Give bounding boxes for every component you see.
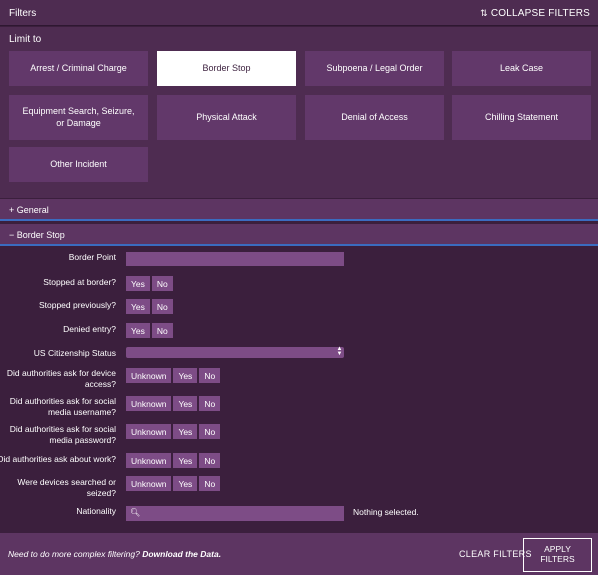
expand-icon: + [9,205,15,215]
social-password-group: Unknown Yes No [126,424,221,439]
limit-to-label: Limit to [9,34,42,45]
nationality-label: Nationality [76,506,116,516]
devices-searched-label: Were devices searched or seized? [17,477,116,498]
tile-label: Denial of Access [341,111,408,122]
device-access-label: Did authorities ask for device access? [6,368,116,389]
denied-entry-yes[interactable]: Yes [126,323,150,338]
collapse-section-icon: − [9,230,15,240]
tile-equipment-search[interactable]: Equipment Search, Seizure, or Damage [9,95,148,140]
nationality-search-input[interactable]: 🔍︎ [126,506,344,521]
limit-to-section: Limit to Arrest / Criminal Charge Border… [0,27,598,198]
stopped-at-border-group: Yes No [126,276,173,291]
section-border-stop-label: Border Stop [16,230,65,240]
tile-other-incident[interactable]: Other Incident [9,147,148,182]
border-point-label: Border Point [68,252,116,262]
collapse-filters-label: COLLAPSE FILTERS [490,8,590,19]
apply-filters-button[interactable]: APPLY FILTERS [523,538,592,572]
section-border-stop-toggle[interactable]: − Border Stop [0,224,598,246]
download-data-link[interactable]: Download the Data. [142,549,221,559]
social-username-no[interactable]: No [199,396,221,411]
tile-label: Other Incident [50,158,107,169]
tile-label: Chilling Statement [484,111,559,122]
tile-label: Equipment Search, Seizure, or Damage [22,106,135,128]
complex-filter-hint: Need to do more complex filtering? Downl… [8,549,221,559]
filters-header: Filters ⇅ COLLAPSE FILTERS [0,0,598,26]
stopped-previously-yes[interactable]: Yes [126,299,150,314]
social-password-unknown[interactable]: Unknown [126,424,172,439]
social-password-yes[interactable]: Yes [173,424,198,439]
denied-entry-group: Yes No [126,323,173,338]
collapse-filters-button[interactable]: ⇅ COLLAPSE FILTERS [480,8,590,19]
filters-footer: Need to do more complex filtering? Downl… [0,533,598,575]
search-icon: 🔍︎ [130,508,141,517]
social-username-label: Did authorities ask for social media use… [9,396,116,417]
tile-label: Physical Attack [196,111,257,122]
stopped-at-border-no[interactable]: No [151,276,173,291]
section-general-toggle[interactable]: + General [0,199,598,221]
devices-searched-no[interactable]: No [199,476,221,491]
stopped-at-border-label: Stopped at border? [43,277,116,287]
tile-chilling-statement[interactable]: Chilling Statement [452,95,591,140]
nationality-status: Nothing selected. [353,507,419,517]
device-access-unknown[interactable]: Unknown [126,368,172,383]
tile-leak-case[interactable]: Leak Case [452,51,591,86]
denied-entry-no[interactable]: No [151,323,173,338]
ask-about-work-group: Unknown Yes No [126,453,221,468]
social-username-unknown[interactable]: Unknown [126,396,172,411]
devices-searched-yes[interactable]: Yes [173,476,198,491]
collapse-icon: ⇅ [480,8,488,18]
denied-entry-label: Denied entry? [63,324,116,334]
filters-title: Filters [9,8,37,19]
ask-about-work-label: Did authorities ask about work? [0,454,116,464]
devices-searched-group: Unknown Yes No [126,476,221,491]
hint-text: Need to do more complex filtering? [8,549,143,559]
tile-denial-of-access[interactable]: Denial of Access [305,95,444,140]
social-password-no[interactable]: No [199,424,221,439]
border-point-input[interactable] [126,252,344,266]
devices-searched-unknown[interactable]: Unknown [126,476,172,491]
stopped-previously-group: Yes No [126,299,173,314]
ask-about-work-no[interactable]: No [199,453,221,468]
tile-physical-attack[interactable]: Physical Attack [157,95,296,140]
tile-label: Subpoena / Legal Order [326,62,423,73]
device-access-no[interactable]: No [199,368,221,383]
ask-about-work-yes[interactable]: Yes [173,453,198,468]
clear-filters-button[interactable]: CLEAR FILTERS [459,549,532,559]
tile-border-stop[interactable]: Border Stop [157,51,296,86]
device-access-yes[interactable]: Yes [173,368,198,383]
tile-subpoena-legal-order[interactable]: Subpoena / Legal Order [305,51,444,86]
tile-label: Border Stop [202,62,251,73]
apply-filters-label: APPLY FILTERS [540,544,575,564]
stopped-at-border-yes[interactable]: Yes [126,276,150,291]
tile-label: Arrest / Criminal Charge [30,62,127,73]
section-general-label: General [16,205,49,215]
us-citizenship-select[interactable]: ▲ ▼ [126,346,344,358]
filters-panel: Filters ⇅ COLLAPSE FILTERS Limit to Arres… [0,0,600,575]
us-citizenship-label: US Citizenship Status [33,348,116,358]
social-password-label: Did authorities ask for social media pas… [9,424,116,445]
ask-about-work-unknown[interactable]: Unknown [126,453,172,468]
select-arrows-icon: ▲ ▼ [336,346,343,357]
tile-arrest-criminal-charge[interactable]: Arrest / Criminal Charge [9,51,148,86]
social-username-group: Unknown Yes No [126,396,221,411]
tile-label: Leak Case [499,62,544,73]
stopped-previously-no[interactable]: No [151,299,173,314]
stopped-previously-label: Stopped previously? [38,300,116,310]
social-username-yes[interactable]: Yes [173,396,198,411]
device-access-group: Unknown Yes No [126,368,221,383]
